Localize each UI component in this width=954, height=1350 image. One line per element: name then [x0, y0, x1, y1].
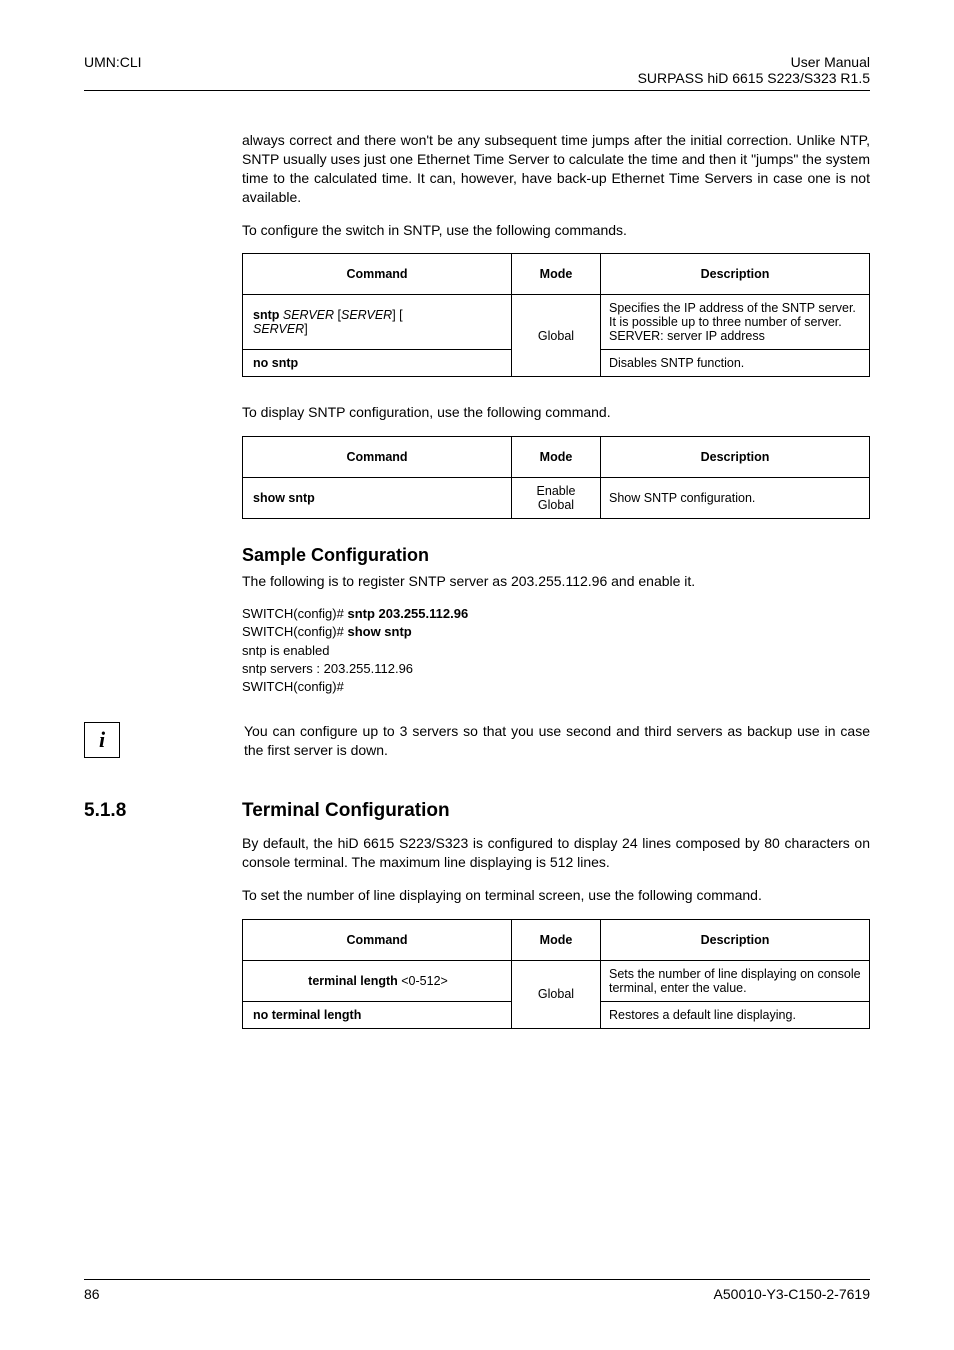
- cell-command: no terminal length: [243, 1001, 512, 1028]
- table-row: Command Mode Description: [243, 437, 870, 478]
- cmd-part: [: [334, 308, 341, 322]
- footer-rule: [84, 1279, 870, 1280]
- info-icon: i: [84, 722, 120, 758]
- table-sntp-commands: Command Mode Description sntp SERVER [SE…: [242, 253, 870, 377]
- cli-line: SWITCH(config)# show sntp: [242, 623, 870, 641]
- table-row: Command Mode Description: [243, 254, 870, 295]
- header-right: User Manual SURPASS hiD 6615 S223/S323 R…: [638, 54, 870, 86]
- cmd-part: SERVER: [283, 308, 334, 322]
- cell-description: Disables SNTP function.: [601, 350, 870, 377]
- col-command: Command: [243, 254, 512, 295]
- table-row: show sntp Enable Global Show SNTP config…: [243, 478, 870, 519]
- col-mode: Mode: [512, 919, 601, 960]
- col-mode: Mode: [512, 254, 601, 295]
- cli-line: sntp is enabled: [242, 642, 870, 660]
- table-show-sntp: Command Mode Description show sntp Enabl…: [242, 436, 870, 519]
- paragraph-display: To display SNTP configuration, use the f…: [242, 403, 870, 422]
- cmd-part: SERVER: [253, 322, 304, 336]
- cli-line: SWITCH(config)#: [242, 678, 870, 696]
- paragraph-sample: The following is to register SNTP server…: [242, 572, 870, 591]
- cli-block: SWITCH(config)# sntp 203.255.112.96 SWIT…: [242, 605, 870, 696]
- paragraph-terminal2: To set the number of line displaying on …: [242, 886, 870, 905]
- col-description: Description: [601, 254, 870, 295]
- cell-command: sntp SERVER [SERVER] [SERVER]: [243, 295, 512, 350]
- cell-description: Restores a default line displaying.: [601, 1001, 870, 1028]
- table-row: sntp SERVER [SERVER] [SERVER] Global Spe…: [243, 295, 870, 350]
- cell-description: Sets the number of line displaying on co…: [601, 960, 870, 1001]
- col-command: Command: [243, 919, 512, 960]
- table-row: terminal length <0-512> Global Sets the …: [243, 960, 870, 1001]
- cmd-part: ]: [304, 322, 307, 336]
- cell-command: terminal length <0-512>: [243, 960, 512, 1001]
- sample-config-heading: Sample Configuration: [242, 545, 870, 566]
- section-title: Terminal Configuration: [242, 800, 450, 822]
- col-description: Description: [601, 437, 870, 478]
- table-terminal-length: Command Mode Description terminal length…: [242, 919, 870, 1029]
- cmd-part: sntp: [253, 308, 283, 322]
- cmd-part: SERVER: [341, 308, 392, 322]
- cli-prompt: SWITCH(config)#: [242, 624, 347, 639]
- col-command: Command: [243, 437, 512, 478]
- cli-prompt: SWITCH(config)#: [242, 606, 347, 621]
- cli-line: sntp servers : 203.255.112.96: [242, 660, 870, 678]
- cli-line: SWITCH(config)# sntp 203.255.112.96: [242, 605, 870, 623]
- page-number: 86: [84, 1286, 100, 1302]
- cell-mode: Global: [512, 295, 601, 377]
- footer-code: A50010-Y3-C150-2-7619: [714, 1286, 870, 1302]
- paragraph-configure: To configure the switch in SNTP, use the…: [242, 221, 870, 240]
- paragraph-terminal1: By default, the hiD 6615 S223/S323 is co…: [242, 834, 870, 872]
- cmd-part: terminal length: [308, 974, 401, 988]
- header-rule: [84, 90, 870, 91]
- cell-mode: Global: [512, 960, 601, 1028]
- header-right-line2: SURPASS hiD 6615 S223/S323 R1.5: [638, 70, 870, 86]
- info-text: You can configure up to 3 servers so tha…: [138, 722, 870, 760]
- col-mode: Mode: [512, 437, 601, 478]
- cell-description: Specifies the IP address of the SNTP ser…: [601, 295, 870, 350]
- section-number: 5.1.8: [84, 800, 242, 822]
- cell-mode: Enable Global: [512, 478, 601, 519]
- cmd-part: <0-512>: [401, 974, 448, 988]
- cli-input: show sntp: [347, 624, 411, 639]
- table-row: Command Mode Description: [243, 919, 870, 960]
- cli-input: sntp 203.255.112.96: [347, 606, 468, 621]
- paragraph-intro: always correct and there won't be any su…: [242, 131, 870, 207]
- col-description: Description: [601, 919, 870, 960]
- cell-command: show sntp: [243, 478, 512, 519]
- cell-command: no sntp: [243, 350, 512, 377]
- cell-description: Show SNTP configuration.: [601, 478, 870, 519]
- cmd-part: ] [: [392, 308, 402, 322]
- header-right-line1: User Manual: [638, 54, 870, 70]
- header-left: UMN:CLI: [84, 54, 142, 86]
